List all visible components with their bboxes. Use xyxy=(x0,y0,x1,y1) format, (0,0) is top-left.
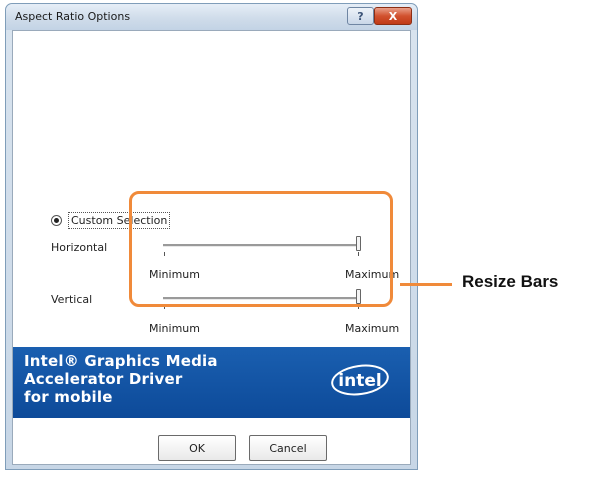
resize-bars-callout: Resize Bars xyxy=(462,272,559,291)
close-button[interactable]: X xyxy=(374,7,412,25)
vertical-label: Vertical xyxy=(51,293,93,306)
banner-line-3: for mobile xyxy=(24,388,113,406)
ok-button-label: OK xyxy=(189,441,205,455)
intel-banner: Intel® Graphics Media Accelerator Driver… xyxy=(13,347,410,418)
vertical-max-label: Maximum xyxy=(345,322,400,335)
banner-line-2: Accelerator Driver xyxy=(24,370,183,388)
title-bar[interactable]: Aspect Ratio Options ? X xyxy=(6,4,417,30)
cancel-button-label: Cancel xyxy=(269,441,307,455)
close-icon: X xyxy=(388,9,398,23)
vertical-min-label: Minimum xyxy=(149,322,200,335)
ok-button[interactable]: OK xyxy=(158,435,236,461)
banner-line-1: Intel® Graphics Media xyxy=(24,352,218,370)
cancel-button[interactable]: Cancel xyxy=(249,435,327,461)
window-title: Aspect Ratio Options xyxy=(15,10,131,23)
resize-bars-highlight xyxy=(129,191,393,307)
custom-selection-radio[interactable] xyxy=(51,215,62,226)
intel-logo-icon: intel xyxy=(331,364,389,396)
intel-logo-text: intel xyxy=(338,371,381,391)
horizontal-label: Horizontal xyxy=(51,241,108,254)
help-button[interactable]: ? xyxy=(347,7,374,25)
help-icon: ? xyxy=(357,9,364,23)
callout-connector xyxy=(400,283,452,286)
